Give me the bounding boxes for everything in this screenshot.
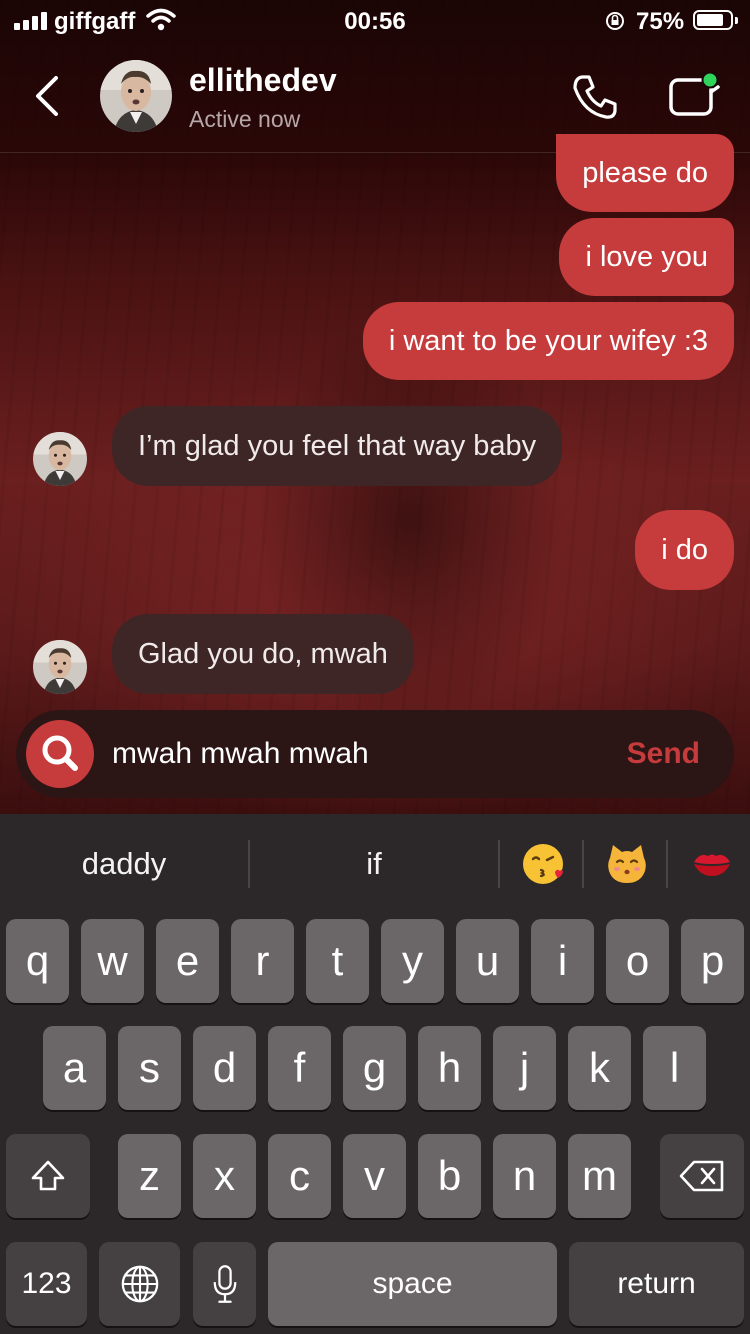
key-r[interactable]: r (231, 919, 294, 1003)
key-g[interactable]: g (343, 1026, 406, 1110)
key-s[interactable]: s (118, 1026, 181, 1110)
message-composer: mwah mwah mwah Send (16, 710, 734, 798)
status-bar: giffgaff 00:56 75% (0, 0, 750, 44)
key-q[interactable]: q (6, 919, 69, 1003)
shift-key[interactable] (6, 1134, 90, 1218)
message-bubble[interactable]: i do (635, 510, 734, 590)
key-v[interactable]: v (343, 1134, 406, 1218)
suggestion-if[interactable]: if (250, 814, 498, 914)
microphone-icon (213, 1265, 236, 1303)
search-icon (42, 735, 78, 771)
key-w[interactable]: w (81, 919, 144, 1003)
keyboard: daddy if q w e r t y u i o p a s d f g h… (0, 814, 750, 1334)
suggestion-divider (582, 840, 584, 888)
online-indicator (701, 71, 719, 89)
key-z[interactable]: z (118, 1134, 181, 1218)
suggestion-divider (666, 840, 668, 888)
key-p[interactable]: p (681, 919, 744, 1003)
message-input[interactable]: mwah mwah mwah (112, 710, 369, 798)
shift-icon (31, 1160, 65, 1191)
message-bubble[interactable]: I’m glad you feel that way baby (112, 406, 563, 486)
space-key[interactable]: space (268, 1242, 557, 1326)
rotation-lock-icon (606, 12, 624, 30)
video-call-icon[interactable] (666, 70, 722, 120)
battery-icon (693, 10, 738, 30)
message-bubble[interactable]: i love you (559, 218, 734, 296)
numbers-key[interactable]: 123 (6, 1242, 87, 1326)
avatar-photo (100, 60, 172, 132)
key-b[interactable]: b (418, 1134, 481, 1218)
key-h[interactable]: h (418, 1026, 481, 1110)
suggestion-divider (498, 840, 500, 888)
kissing-face-emoji-icon[interactable] (521, 842, 565, 886)
message-text: Glad you do, mwah (138, 638, 388, 670)
avatar[interactable] (33, 432, 87, 486)
presence-status: Active now (189, 106, 301, 132)
key-e[interactable]: e (156, 919, 219, 1003)
key-c[interactable]: c (268, 1134, 331, 1218)
kiss-mark-emoji-icon[interactable] (690, 842, 734, 886)
kissing-cat-emoji-icon[interactable] (605, 842, 649, 886)
delete-icon (679, 1160, 724, 1192)
key-j[interactable]: j (493, 1026, 556, 1110)
send-button[interactable]: Send (627, 710, 700, 798)
key-t[interactable]: t (306, 919, 369, 1003)
key-m[interactable]: m (568, 1134, 631, 1218)
avatar-photo (33, 640, 87, 694)
message-text: i do (661, 534, 708, 566)
globe-icon (121, 1265, 158, 1303)
key-d[interactable]: d (193, 1026, 256, 1110)
phone-icon[interactable] (570, 72, 620, 122)
message-text: I’m glad you feel that way baby (138, 430, 537, 462)
key-a[interactable]: a (43, 1026, 106, 1110)
message-bubble[interactable]: i want to be your wifey :3 (362, 302, 734, 380)
globe-key[interactable] (99, 1242, 180, 1326)
key-k[interactable]: k (568, 1026, 631, 1110)
key-n[interactable]: n (493, 1134, 556, 1218)
avatar[interactable] (33, 640, 87, 694)
message-text: i love you (585, 241, 708, 273)
message-text: i want to be your wifey :3 (388, 325, 708, 357)
key-y[interactable]: y (381, 919, 444, 1003)
microphone-key[interactable] (193, 1242, 256, 1326)
return-key[interactable]: return (569, 1242, 744, 1326)
key-u[interactable]: u (456, 919, 519, 1003)
battery-percent: 75% (636, 8, 685, 35)
key-i[interactable]: i (531, 919, 594, 1003)
message-bubble[interactable]: Glad you do, mwah (112, 614, 414, 694)
key-l[interactable]: l (643, 1026, 706, 1110)
avatar-photo (33, 432, 87, 486)
key-o[interactable]: o (606, 919, 669, 1003)
key-f[interactable]: f (268, 1026, 331, 1110)
back-icon[interactable] (30, 72, 64, 120)
key-x[interactable]: x (193, 1134, 256, 1218)
contact-name[interactable]: ellithedev (189, 62, 337, 99)
search-button[interactable] (26, 720, 94, 788)
message-bubble[interactable]: please do (556, 134, 734, 212)
delete-key[interactable] (660, 1134, 744, 1218)
avatar[interactable] (100, 60, 172, 132)
suggestion-daddy[interactable]: daddy (0, 814, 248, 914)
message-text: please do (582, 157, 708, 189)
